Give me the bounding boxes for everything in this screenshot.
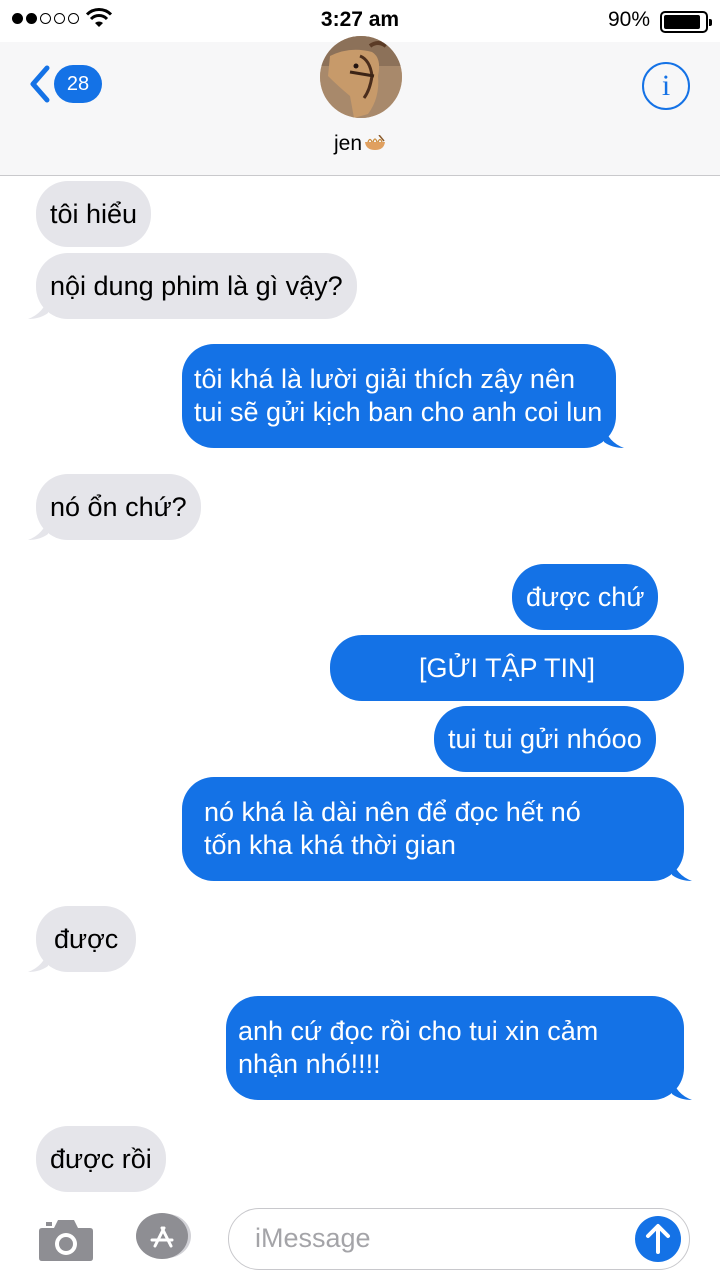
message-bubble-received[interactable]: nó ổn chứ? <box>28 474 201 540</box>
conversation-header: 28 jen i <box>0 36 720 176</box>
back-chevron-icon <box>30 65 50 103</box>
info-button[interactable]: i <box>642 62 690 110</box>
send-button[interactable] <box>635 1216 681 1262</box>
message-bubble-received[interactable]: được <box>28 906 137 972</box>
message-bubble-sent[interactable]: nó khá là dài nên để đọc hết nó tốn kha … <box>182 777 692 881</box>
message-bubble-sent[interactable]: tui tui gửi nhóoo <box>434 706 656 772</box>
message-input[interactable]: iMessage <box>228 1208 690 1270</box>
battery-percentage: 90% <box>607 8 650 31</box>
message-input-bar: iMessage <box>0 1196 720 1280</box>
message-bubble-sent[interactable]: [GỬI TẬP TIN] <box>330 635 684 701</box>
message-bubble-received[interactable]: tôi hiểu <box>36 181 152 247</box>
contact-name[interactable]: jen <box>0 132 720 156</box>
message-bubble-sent[interactable]: tôi khá là lười giải thích zậy nên tui s… <box>182 344 625 448</box>
app-store-button[interactable] <box>131 1213 193 1259</box>
message-bubble-received[interactable]: nội dung phim là gì vậy? <box>28 253 357 319</box>
noodle-bowl-emoji <box>364 133 386 150</box>
contact-avatar[interactable] <box>320 36 402 118</box>
message-bubble-received[interactable]: được rồi <box>36 1126 166 1192</box>
back-button[interactable]: 28 <box>28 64 102 104</box>
message-bubble-sent[interactable]: được chứ <box>512 564 659 630</box>
app-store-icon <box>136 1213 191 1259</box>
message-input-placeholder: iMessage <box>255 1223 371 1253</box>
message-bubble-sent[interactable]: anh cứ đọc rồi cho tui xin cảm nhận nhó!… <box>226 996 692 1100</box>
send-arrow-icon <box>646 1224 670 1254</box>
camera-icon[interactable] <box>38 1216 94 1262</box>
unread-count-badge: 28 <box>54 65 102 103</box>
battery-icon <box>660 11 712 33</box>
info-icon: i <box>661 69 671 102</box>
